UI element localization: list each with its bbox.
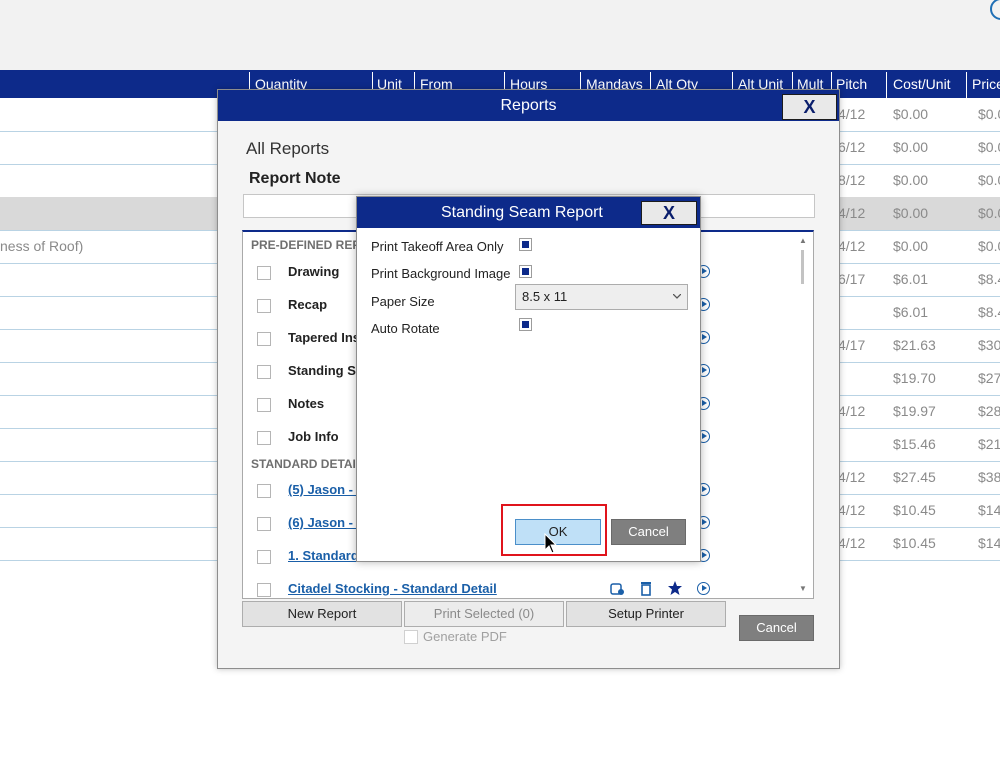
detail-checkbox[interactable]: [257, 517, 271, 531]
pitch-cell: 4/12: [838, 502, 866, 518]
standing-seam-close-button[interactable]: X: [641, 201, 697, 225]
pitch-cell: 6/17: [838, 271, 866, 287]
trash-icon[interactable]: [639, 580, 653, 596]
cost-cell: $0.00: [893, 238, 929, 254]
job-info-checkbox[interactable]: [257, 431, 271, 445]
paper-size-label: Paper Size: [371, 294, 435, 309]
chevron-down-icon: [673, 294, 681, 299]
standing-seam-checkbox[interactable]: [257, 365, 271, 379]
cost-cell: $15.46: [893, 436, 936, 452]
standing-seam-title: Standing Seam Report: [441, 204, 603, 221]
standard-detail-link[interactable]: Citadel Stocking - Standard Detail: [288, 581, 497, 596]
run-report-icon[interactable]: [697, 582, 710, 595]
new-report-button[interactable]: New Report: [242, 601, 402, 627]
row-description: ness of Roof): [0, 238, 84, 254]
reports-title-bar: Reports: [218, 90, 839, 121]
pitch-cell: 4/12: [838, 469, 866, 485]
cost-cell: $21.63: [893, 337, 936, 353]
standing-seam-report-dialog: Standing Seam Report X Print Takeoff Are…: [356, 196, 701, 562]
auto-rotate-label: Auto Rotate: [371, 321, 440, 336]
standard-details-header: STANDARD DETAILS: [251, 457, 372, 471]
print-selected-button[interactable]: Print Selected (0): [404, 601, 564, 627]
scroll-up-icon[interactable]: ▲: [799, 236, 807, 245]
price-cell: $8.4: [978, 304, 1000, 320]
cost-cell: $10.45: [893, 535, 936, 551]
column-header-cost-unit[interactable]: Cost/Unit: [893, 76, 951, 92]
notes-checkbox[interactable]: [257, 398, 271, 412]
cost-cell: $0.00: [893, 205, 929, 221]
scroll-down-icon[interactable]: ▼: [799, 584, 807, 593]
standing-seam-cancel-button[interactable]: Cancel: [611, 519, 686, 545]
auto-rotate-checkbox[interactable]: [519, 318, 532, 331]
cost-cell: $6.01: [893, 271, 929, 287]
column-separator: [966, 72, 967, 98]
cost-cell: $19.97: [893, 403, 936, 419]
detail-checkbox[interactable]: [257, 550, 271, 564]
price-cell: $14: [978, 535, 1000, 551]
cost-cell: $0.00: [893, 106, 929, 122]
price-cell: $0.0: [978, 139, 1000, 155]
cost-cell: $0.00: [893, 172, 929, 188]
print-takeoff-label: Print Takeoff Area Only: [371, 239, 504, 254]
price-cell: $28: [978, 403, 1000, 419]
column-header-pitch[interactable]: Pitch: [836, 76, 867, 92]
report-item-drawing[interactable]: Drawing: [288, 264, 339, 279]
all-reports-label: All Reports: [246, 139, 330, 158]
report-note-label: Report Note: [249, 170, 341, 187]
price-cell: $0.0: [978, 106, 1000, 122]
price-cell: $27: [978, 370, 1000, 386]
recap-checkbox[interactable]: [257, 299, 271, 313]
price-cell: $0.0: [978, 172, 1000, 188]
cost-cell: $19.70: [893, 370, 936, 386]
price-cell: $0.0: [978, 205, 1000, 221]
print-takeoff-checkbox[interactable]: [519, 238, 532, 251]
mouse-cursor-icon: [544, 533, 558, 554]
paper-size-select[interactable]: 8.5 x 11: [515, 284, 688, 310]
pitch-cell: 6/12: [838, 139, 866, 155]
star-icon[interactable]: [667, 580, 683, 596]
cost-cell: $6.01: [893, 304, 929, 320]
print-background-label: Print Background Image: [371, 266, 511, 281]
report-item-recap[interactable]: Recap: [288, 297, 327, 312]
pitch-cell: 4/17: [838, 337, 866, 353]
price-cell: $8.4: [978, 271, 1000, 287]
paper-size-value: 8.5 x 11: [522, 289, 568, 304]
pitch-cell: 4/12: [838, 238, 866, 254]
cost-cell: $27.45: [893, 469, 936, 485]
tapered-insulation-checkbox[interactable]: [257, 332, 271, 346]
pitch-cell: 4/12: [838, 535, 866, 551]
ok-button[interactable]: OK: [515, 519, 601, 545]
scrollbar-thumb[interactable]: [801, 250, 804, 284]
price-cell: $0.0: [978, 238, 1000, 254]
price-cell: $21: [978, 436, 1000, 452]
reports-close-button[interactable]: X: [782, 94, 837, 120]
reports-cancel-button[interactable]: Cancel: [739, 615, 814, 641]
detail-checkbox[interactable]: [257, 583, 271, 597]
drawing-checkbox[interactable]: [257, 266, 271, 280]
pitch-cell: 4/12: [838, 205, 866, 221]
report-item-job-info[interactable]: Job Info: [288, 429, 339, 444]
column-header-price[interactable]: Price: [972, 76, 1000, 92]
reports-scrollbar[interactable]: ▲ ▼: [795, 232, 811, 598]
cost-cell: $10.45: [893, 502, 936, 518]
generate-pdf-checkbox[interactable]: [404, 630, 418, 644]
generate-pdf-label: Generate PDF: [423, 629, 507, 644]
reports-title: Reports: [500, 97, 557, 114]
report-item-notes[interactable]: Notes: [288, 396, 324, 411]
pitch-cell: 8/12: [838, 172, 866, 188]
copy-detail-icon[interactable]: [609, 580, 625, 596]
pitch-cell: 4/12: [838, 106, 866, 122]
setup-printer-button[interactable]: Setup Printer: [566, 601, 726, 627]
print-background-checkbox[interactable]: [519, 265, 532, 278]
price-cell: $14: [978, 502, 1000, 518]
top-toolbar: [0, 0, 1000, 71]
detail-checkbox[interactable]: [257, 484, 271, 498]
column-separator: [886, 72, 887, 98]
price-cell: $38: [978, 469, 1000, 485]
cost-cell: $0.00: [893, 139, 929, 155]
pitch-cell: 4/12: [838, 403, 866, 419]
price-cell: $30: [978, 337, 1000, 353]
